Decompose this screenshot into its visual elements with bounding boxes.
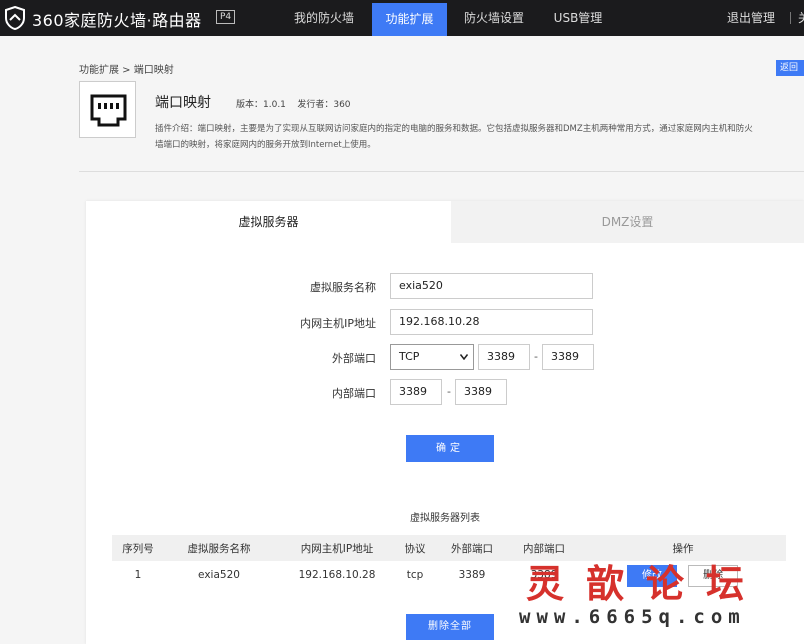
external-port-start-input[interactable]: 3389: [478, 344, 530, 370]
logout-link[interactable]: 退出管理: [727, 0, 775, 36]
external-port-end-input[interactable]: 3389: [542, 344, 594, 370]
host-ip-input[interactable]: 192.168.10.28: [390, 309, 593, 335]
range-dash: -: [534, 350, 538, 363]
nav-my-firewall[interactable]: 我的防火墙: [283, 0, 365, 36]
list-title: 虚拟服务器列表: [410, 513, 480, 524]
cell-protocol: tcp: [406, 569, 424, 581]
brand-name: 360家庭防火墙·路由器: [32, 11, 202, 30]
section-divider: [79, 171, 804, 172]
protocol-select[interactable]: TCP: [390, 344, 474, 370]
watermark-title: 灵歆论坛: [526, 561, 767, 606]
cell-name: exia520: [198, 569, 240, 581]
nav-extensions[interactable]: 功能扩展: [372, 3, 447, 36]
plugin-version: 版本：1.0.1: [236, 100, 286, 110]
host-ip-label: 内网主机IP地址: [300, 317, 376, 330]
shield-logo-icon: [5, 6, 25, 30]
protocol-selected-value: TCP: [399, 350, 420, 363]
watermark-url: www.6665q.com: [519, 606, 746, 628]
column-header-seq: 序列号: [122, 543, 154, 555]
external-port-label: 外部端口: [332, 352, 376, 365]
range-dash: -: [447, 385, 451, 398]
header-extra-link[interactable]: 关: [798, 0, 804, 36]
plugin-publisher: 发行者：360: [297, 100, 351, 110]
plugin-description-line: 墙端口的映射，将家庭网内的服务开放到Internet上使用。: [155, 140, 376, 150]
plugin-meta: 版本：1.0.1 发行者：360: [236, 97, 351, 110]
plugin-icon-box: [79, 81, 136, 138]
service-name-input[interactable]: exia520: [390, 273, 593, 299]
internal-port-end-input[interactable]: 3389: [455, 379, 507, 405]
back-button[interactable]: 返回: [776, 60, 804, 76]
top-bar: 360家庭防火墙·路由器 P4 我的防火墙 功能扩展 防火墙设置 USB管理 退…: [0, 0, 804, 36]
plugin-description-line: 插件介绍：端口映射，主要是为了实现从互联网访问家庭内的指定的电脑的服务和数据。它…: [155, 124, 753, 134]
ethernet-port-icon: [90, 94, 127, 127]
service-name-label: 虚拟服务名称: [310, 281, 376, 294]
confirm-button[interactable]: 确定: [406, 435, 494, 462]
cell-seq: 1: [134, 569, 142, 581]
plugin-description: 插件介绍：端口映射，主要是为了实现从互联网访问家庭内的指定的电脑的服务和数据。它…: [155, 121, 804, 153]
tab-dmz[interactable]: DMZ设置: [451, 201, 804, 243]
internal-port-label: 内部端口: [332, 387, 376, 400]
plugin-title: 端口映射: [155, 95, 211, 111]
nav-firewall-settings[interactable]: 防火墙设置: [453, 0, 535, 36]
internal-port-start-input[interactable]: 3389: [390, 379, 442, 405]
column-header-ext-port: 外部端口: [451, 543, 493, 555]
chevron-down-icon: [460, 354, 468, 360]
nav-usb[interactable]: USB管理: [545, 0, 611, 36]
cell-ext-port: 3389: [458, 569, 486, 581]
header-separator: [790, 12, 791, 24]
column-header-name: 虚拟服务名称: [187, 543, 251, 555]
model-badge: P4: [216, 10, 236, 24]
cell-ip: 192.168.10.28: [298, 569, 376, 581]
column-header-ip: 内网主机IP地址: [300, 543, 374, 555]
breadcrumb: 功能扩展 > 端口映射: [79, 65, 174, 76]
delete-all-button[interactable]: 删除全部: [406, 614, 494, 640]
tab-virtual-server[interactable]: 虚拟服务器: [86, 201, 451, 243]
column-header-protocol: 协议: [404, 543, 426, 555]
